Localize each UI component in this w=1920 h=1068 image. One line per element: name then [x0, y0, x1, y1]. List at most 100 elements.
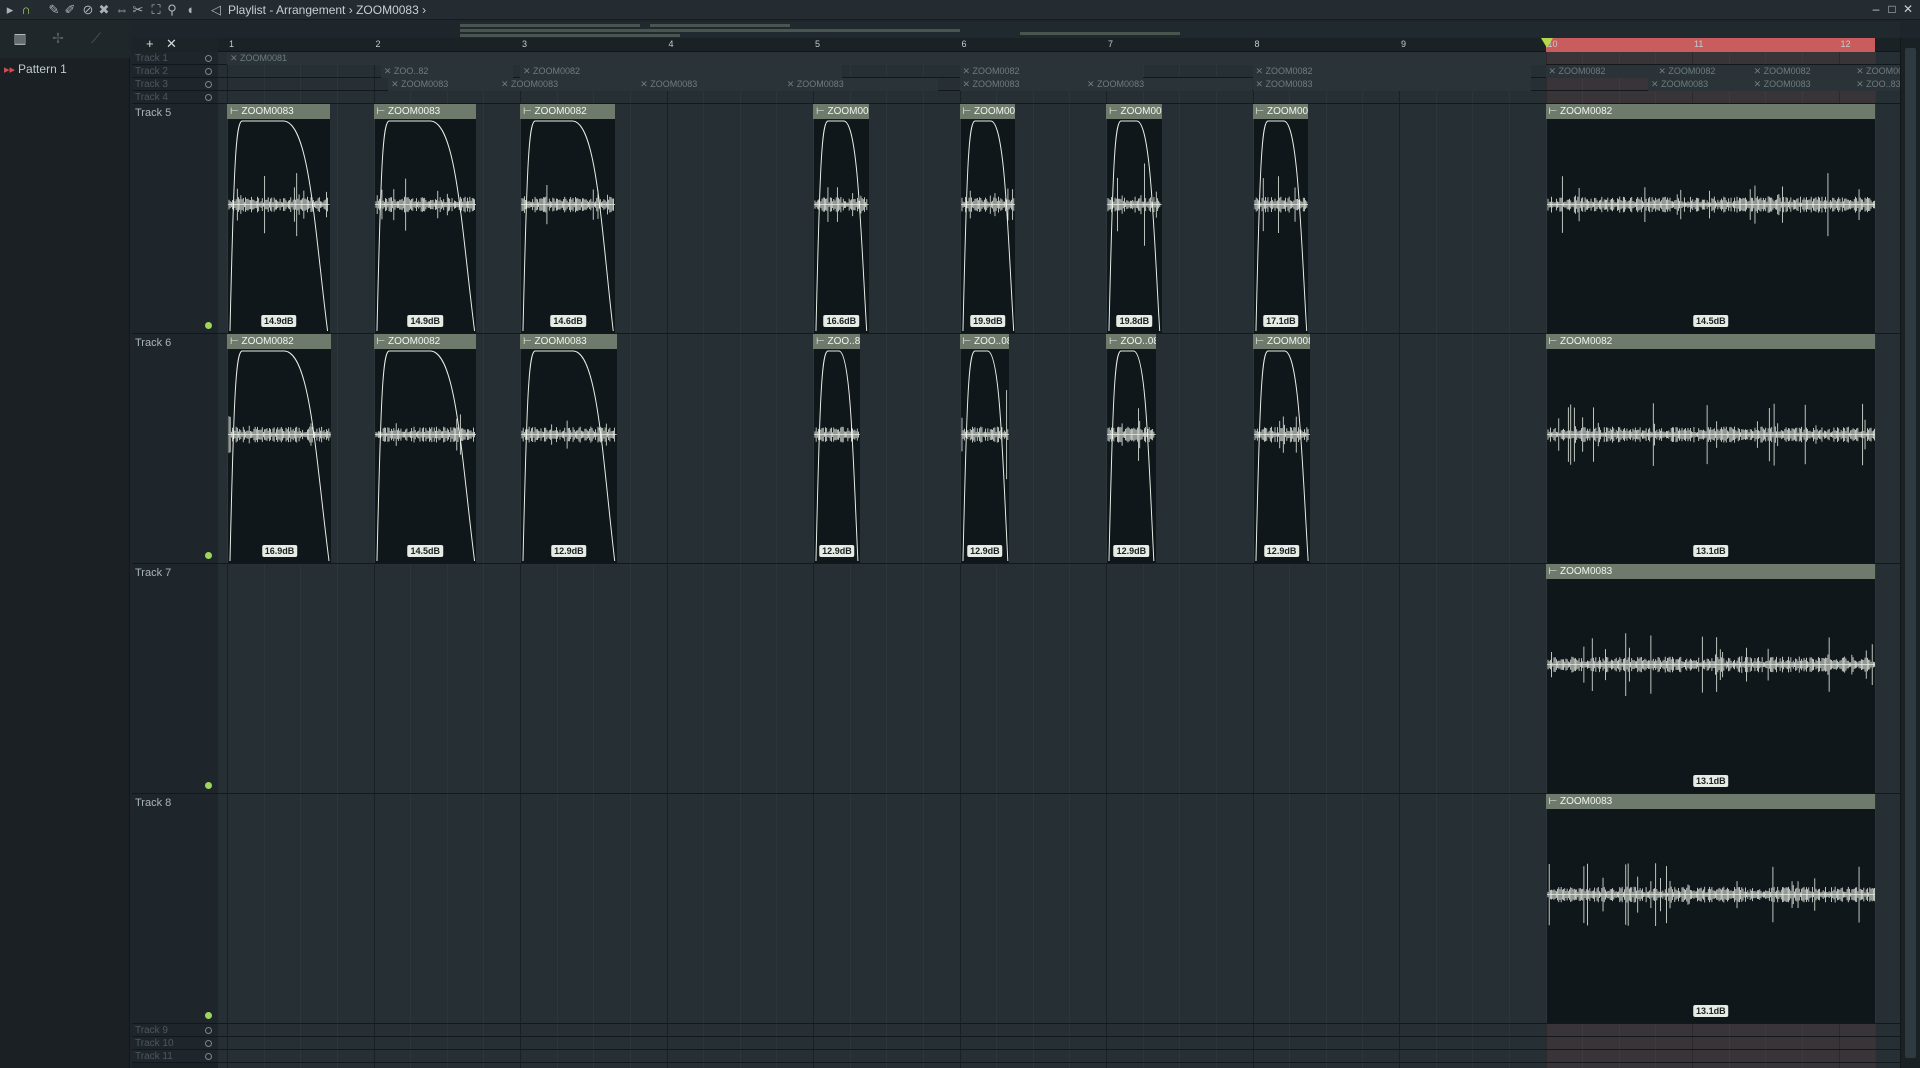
audio-clip[interactable]: ⊢ ZOOM0082 13.1dB	[1545, 334, 1876, 563]
menu-arrow-icon[interactable]: ▸	[2, 2, 18, 18]
audio-clip[interactable]: ✕ ZOOM0082	[1750, 65, 1854, 78]
arrangement-overview[interactable]	[460, 22, 1900, 38]
audio-clip[interactable]: ✕ ZOOM0083	[1648, 78, 1751, 91]
track-header[interactable]: Track 3	[132, 78, 218, 91]
audio-clip[interactable]: ✕ ZOOM0082	[1655, 65, 1751, 78]
track-mute-led-icon[interactable]	[205, 1040, 212, 1047]
clip-gain-badge[interactable]: 19.8dB	[1116, 315, 1153, 327]
clip-gain-badge[interactable]: 14.5dB	[1693, 315, 1729, 327]
track-mute-led-icon[interactable]	[205, 1027, 212, 1034]
audio-clip[interactable]: ✕ ZOOM0083	[783, 78, 938, 91]
audio-clip[interactable]: ⊢ ZOOM0083 14.9dB	[373, 104, 477, 333]
clip-gain-badge[interactable]: 13.1dB	[1693, 1005, 1729, 1017]
audio-clip[interactable]: ✕ ZOOM0082	[520, 65, 843, 78]
delete-icon[interactable]: ⊘	[80, 2, 96, 18]
audio-clip[interactable]: ⊢ ZOOM0083 14.9dB	[227, 104, 330, 333]
track-header[interactable]: Track 7	[132, 564, 218, 794]
audio-clip[interactable]: ✕ ZOOM0083	[1084, 78, 1253, 91]
audio-clip[interactable]: ⊢ ZOOM0082 17.1dB	[1252, 104, 1309, 333]
clip-gain-badge[interactable]: 13.1dB	[1693, 545, 1729, 557]
audio-clip[interactable]: ⊢ ZOOM0082 19.9dB	[959, 104, 1016, 333]
track-mute-led-icon[interactable]	[205, 81, 212, 88]
track-mute-led-icon[interactable]	[205, 552, 212, 559]
track-header[interactable]: Track 6	[132, 334, 218, 564]
slice-icon[interactable]: ✂	[130, 2, 146, 18]
audio-clip[interactable]: ✕ ZOOM0083	[637, 78, 784, 91]
audio-clip[interactable]: ✕ ZOOM0082	[1853, 65, 1900, 78]
audio-clip[interactable]: ⊢ ZOOM0082 14.5dB	[1545, 104, 1876, 333]
track-mute-led-icon[interactable]	[205, 55, 212, 62]
audio-clip[interactable]: ✕ ZOOM0083	[388, 78, 499, 91]
magnet-icon[interactable]: ∩	[18, 2, 34, 18]
zoom-icon[interactable]: ⚲	[164, 2, 180, 18]
track-mute-led-icon[interactable]	[205, 94, 212, 101]
pencil-icon[interactable]: ✎	[46, 2, 62, 18]
track-mute-led-icon[interactable]	[205, 322, 212, 329]
picker-mode-icon[interactable]: ▥	[10, 30, 30, 48]
track-header[interactable]: Track 5	[132, 104, 218, 334]
clip-gain-badge[interactable]: 12.9dB	[551, 545, 587, 557]
playback-icon[interactable]: ◖	[182, 2, 198, 18]
audio-clip[interactable]: ⊢ ZOO..83 12.9dB	[813, 334, 860, 563]
clip-gain-badge[interactable]: 12.9dB	[967, 545, 1003, 557]
clip-gain-badge[interactable]: 14.6dB	[550, 315, 586, 327]
audio-clip[interactable]: ✕ ZOO..83	[1853, 78, 1900, 91]
audio-clip[interactable]: ⊢ ZOOM0082 14.5dB	[373, 334, 477, 563]
maximize-button[interactable]: □	[1884, 1, 1900, 17]
audio-clip[interactable]: ✕ ZOO..82	[380, 65, 513, 78]
audio-clip[interactable]: ✕ ZOOM0082	[1545, 65, 1656, 78]
audio-clip[interactable]: ⊢ ZOO..083 12.9dB	[959, 334, 1010, 563]
track-header[interactable]: Track 8	[132, 794, 218, 1024]
audio-clip[interactable]: ⊢ ZOOM0083 13.1dB	[1545, 564, 1876, 793]
clip-gain-badge[interactable]: 14.9dB	[261, 315, 297, 327]
track-header[interactable]: Track 2	[132, 65, 218, 78]
close-button[interactable]: ✕	[1900, 1, 1916, 17]
audio-clip[interactable]: ✕ ZOOM0083	[1252, 78, 1531, 91]
clip-gain-badge[interactable]: 12.9dB	[1113, 545, 1150, 557]
audio-clip[interactable]: ✕ ZOOM0082	[1252, 65, 1531, 78]
clip-gain-badge[interactable]: 13.1dB	[1693, 775, 1729, 787]
picker-draw-icon[interactable]: ⟋	[86, 30, 106, 48]
track-header[interactable]: Track 1	[132, 52, 218, 65]
minimize-button[interactable]: –	[1868, 1, 1884, 17]
remove-track-button[interactable]: ✕	[166, 36, 177, 52]
audio-clip[interactable]: ⊢ ZOOM0082 19.8dB	[1106, 104, 1162, 333]
audio-clip[interactable]: ⊢ ZOOM0083 12.9dB	[1252, 334, 1310, 563]
scrollbar-thumb[interactable]	[1905, 48, 1916, 1058]
track-mute-led-icon[interactable]	[205, 68, 212, 75]
track-mute-led-icon[interactable]	[205, 1012, 212, 1019]
clip-gain-badge[interactable]: 14.9dB	[407, 315, 444, 327]
audio-clip[interactable]: ✕ ZOOM0083	[498, 78, 638, 91]
clip-gain-badge[interactable]: 12.9dB	[1263, 545, 1300, 557]
audio-clip[interactable]: ⊢ ZOOM0082 16.6dB	[813, 104, 869, 333]
audio-clip[interactable]: ✕ ZOOM0083	[1750, 78, 1861, 91]
clip-gain-badge[interactable]: 12.9dB	[819, 545, 855, 557]
track-header[interactable]: Track 4	[132, 91, 218, 104]
track-header[interactable]: Track 11	[132, 1050, 218, 1063]
clip-gain-badge[interactable]: 19.9dB	[970, 315, 1006, 327]
audio-clip[interactable]: ✕ ZOOM0081	[227, 52, 1546, 65]
title-separator-end[interactable]: ›	[422, 3, 426, 17]
audio-clip[interactable]: ✕ ZOOM0082	[959, 65, 1143, 78]
track-mute-led-icon[interactable]	[205, 782, 212, 789]
track-header[interactable]: Track 10	[132, 1037, 218, 1050]
audio-clip[interactable]: ⊢ ZOOM0082 14.6dB	[520, 104, 616, 333]
audio-clip[interactable]: ✕ ZOOM0083	[959, 78, 1085, 91]
vertical-scrollbar[interactable]	[1900, 38, 1920, 1068]
select-icon[interactable]: ⛶	[148, 2, 164, 18]
loop-region[interactable]	[1545, 38, 1876, 52]
clip-gain-badge[interactable]: 17.1dB	[1263, 315, 1299, 327]
audio-clip[interactable]: ⊢ ZOOM0083 13.1dB	[1545, 794, 1876, 1023]
audio-clip[interactable]: ⊢ ZOO..083 12.9dB	[1106, 334, 1156, 563]
pattern-list-item[interactable]: ▸▸ Pattern 1	[4, 62, 67, 76]
audio-clip[interactable]: ⊢ ZOOM0083 12.9dB	[520, 334, 617, 563]
audio-clip[interactable]: ⊢ ZOOM0082 16.9dB	[227, 334, 331, 563]
add-track-button[interactable]: +	[146, 36, 154, 51]
paint-icon[interactable]: ✐	[62, 2, 78, 18]
track-header[interactable]: Track 9	[132, 1024, 218, 1037]
track-mute-led-icon[interactable]	[205, 1053, 212, 1060]
playlist-grid[interactable]: ✕ ZOOM0081 ✕ ZOO..82 ✕ ZOOM0082 ✕ ZOOM0082 ✕…	[218, 38, 1900, 1068]
clip-gain-badge[interactable]: 16.6dB	[823, 315, 860, 327]
clip-gain-badge[interactable]: 14.5dB	[407, 545, 444, 557]
mute-icon[interactable]: ✖	[96, 2, 112, 18]
